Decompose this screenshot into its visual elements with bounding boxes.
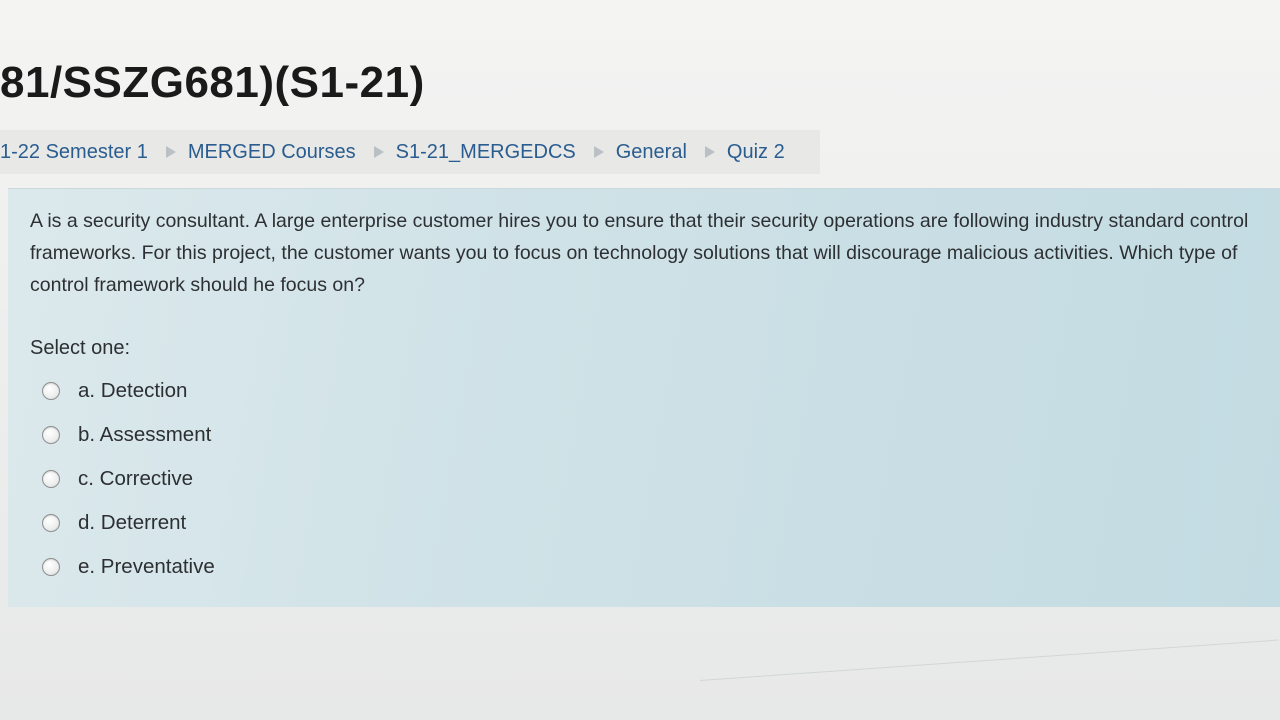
radio-button[interactable] xyxy=(42,382,60,400)
answer-option-a[interactable]: a. Detection xyxy=(42,369,215,413)
answer-label: d. Deterrent xyxy=(78,511,187,534)
breadcrumb-item-general: General xyxy=(616,141,687,164)
question-panel: A is a security consultant. A large ente… xyxy=(8,188,1280,607)
breadcrumb: 1-22 Semester 1 MERGED Courses S1-21_MER… xyxy=(0,130,820,174)
select-one-label: Select one: xyxy=(30,337,131,359)
answer-label: e. Preventative xyxy=(78,555,215,578)
breadcrumb-item-course: S1-21_MERGEDCS xyxy=(396,141,576,164)
radio-button[interactable] xyxy=(42,558,60,576)
page-title: 81/SSZG681)(S1-21) xyxy=(0,58,425,107)
breadcrumb-item-merged-courses: MERGED Courses xyxy=(188,141,356,164)
answer-option-c[interactable]: c. Corrective xyxy=(42,457,215,501)
breadcrumb-item-semester: 1-22 Semester 1 xyxy=(0,141,148,164)
breadcrumb-item-quiz: Quiz 2 xyxy=(727,141,785,164)
breadcrumb-link-semester[interactable]: 1-22 Semester 1 xyxy=(0,141,148,164)
answer-option-b[interactable]: b. Assessment xyxy=(42,413,215,457)
breadcrumb-link-merged-courses[interactable]: MERGED Courses xyxy=(188,141,356,164)
divider xyxy=(699,639,1279,681)
radio-button[interactable] xyxy=(42,426,60,444)
question-text: A is a security consultant. A large ente… xyxy=(30,210,1249,296)
answer-list: a. Detection b. Assessment c. Corrective… xyxy=(42,369,215,589)
breadcrumb-separator-icon xyxy=(373,146,384,158)
radio-button[interactable] xyxy=(42,514,60,532)
answer-option-e[interactable]: e. Preventative xyxy=(42,545,215,589)
breadcrumb-separator-icon xyxy=(704,146,715,158)
breadcrumb-link-general[interactable]: General xyxy=(616,141,687,164)
page: 81/SSZG681)(S1-21) 1-22 Semester 1 MERGE… xyxy=(0,0,1280,720)
radio-button[interactable] xyxy=(42,470,60,488)
breadcrumb-link-quiz[interactable]: Quiz 2 xyxy=(727,141,785,164)
breadcrumb-separator-icon xyxy=(593,146,604,158)
answer-label: a. Detection xyxy=(78,379,188,402)
answer-label: c. Corrective xyxy=(78,467,194,490)
answer-label: b. Assessment xyxy=(78,423,212,446)
breadcrumb-separator-icon xyxy=(165,146,176,158)
answer-option-d[interactable]: d. Deterrent xyxy=(42,501,215,545)
breadcrumb-link-course[interactable]: S1-21_MERGEDCS xyxy=(396,141,576,164)
